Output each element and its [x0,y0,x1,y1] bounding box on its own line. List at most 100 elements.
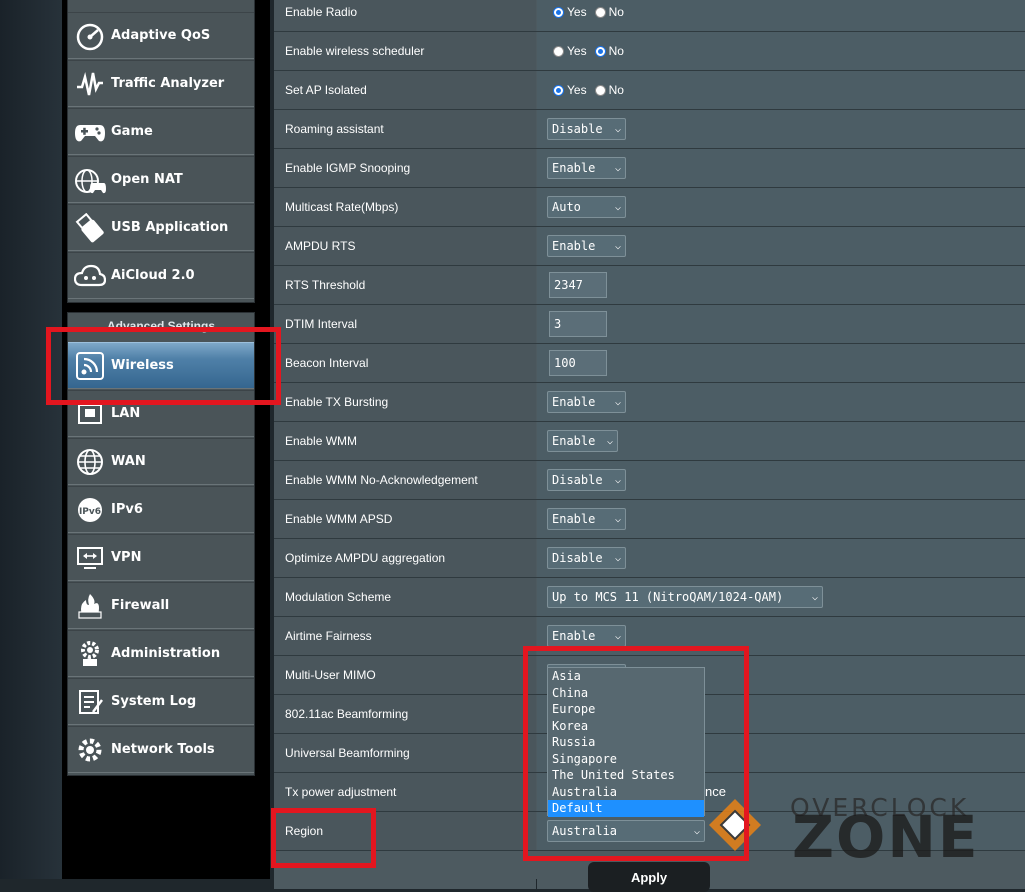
radio-button-selected[interactable] [553,84,564,96]
sidebar-item-wan[interactable]: WAN [68,438,254,485]
sidebar-item-game[interactable]: Game [68,108,254,155]
sidebar-item-label: Network Tools [111,742,215,757]
sidebar-item-usb-application[interactable]: USB Application [68,204,254,251]
radio-no[interactable]: No [594,83,624,97]
setting-value: Enable ⌵ [537,227,1025,265]
setting-value: Yes No [537,0,1025,31]
globe-icon [74,446,106,478]
setting-label: Enable WMM APSD [274,500,536,538]
chevron-down-icon: ⌵ [614,396,621,408]
rts-threshold-input[interactable]: 2347 [549,272,607,298]
setting-label: Enable Radio [274,0,536,31]
waveform-icon [74,68,106,100]
sidebar-item-label: Open NAT [111,172,183,187]
radio-button-selected[interactable] [553,6,564,18]
igmp-snooping-select[interactable]: Enable ⌵ [547,157,626,179]
wmm-noack-select[interactable]: Disable ⌵ [547,469,626,491]
sidebar-item-system-log[interactable]: System Log [68,678,254,725]
setting-label: 802.11ac Beamforming [274,695,536,733]
setting-label: Enable WMM No-Acknowledgement [274,461,536,499]
setting-value: Yes No [537,71,1025,109]
sidebar-item-network-tools[interactable]: Network Tools [68,726,254,773]
settings-row-roaming-assistant: Roaming assistant Disable ⌵ [274,110,1025,149]
setting-value: Enable ⌵ [537,149,1025,187]
settings-row-rts-threshold: RTS Threshold 2347 [274,266,1025,305]
radio-button-selected[interactable] [594,45,606,57]
sidebar-item-label: LAN [111,406,141,421]
apply-button[interactable]: Apply [588,862,710,892]
watermark-text-bottom: ZONE [792,803,980,871]
tx-bursting-select[interactable]: Enable ⌵ [547,391,626,413]
radio-yes[interactable]: Yes [553,44,587,58]
radio-no[interactable]: No [594,5,624,19]
sidebar-item-label: Adaptive QoS [111,28,211,43]
select-value: Enable [552,434,596,448]
setting-label: Enable WMM [274,422,536,460]
wmm-apsd-select[interactable]: Enable ⌵ [547,508,626,530]
select-value: Auto [552,200,581,214]
setting-label: DTIM Interval [274,305,536,343]
highlight-box-wireless [46,327,281,405]
sidebar-item-label: WAN [111,454,146,469]
sidebar-item-firewall[interactable]: Firewall [68,582,254,629]
setting-label: RTS Threshold [274,266,536,304]
vpn-icon [74,542,106,574]
radio-button[interactable] [594,6,606,18]
setting-label: Multicast Rate(Mbps) [274,188,536,226]
multicast-rate-select[interactable]: Auto ⌵ [547,196,626,218]
modulation-scheme-select[interactable]: Up to MCS 11 (NitroQAM/1024-QAM) ⌵ [547,586,823,608]
highlight-box-region-label [271,808,376,868]
setting-label: Universal Beamforming [274,734,536,772]
select-value: Enable [552,161,596,175]
airtime-fairness-select[interactable]: Enable ⌵ [547,625,626,647]
setting-value: Enable ⌵ [537,422,1025,460]
radio-no[interactable]: No [594,44,624,58]
settings-row-ap-isolated: Set AP Isolated Yes No [274,71,1025,110]
setting-label: Enable IGMP Snooping [274,149,536,187]
radio-label: No [608,5,624,19]
chevron-down-icon: ⌵ [614,552,621,564]
sidebar-item-adaptive-qos[interactable]: Adaptive QoS [68,12,254,59]
roaming-assistant-select[interactable]: Disable ⌵ [547,118,626,140]
dtim-interval-input[interactable]: 3 [549,311,607,337]
network-tools-icon [74,734,106,766]
setting-label: Multi-User MIMO [274,656,536,694]
sidebar-item-vpn[interactable]: VPN [68,534,254,581]
settings-row-enable-radio: Enable Radio Yes No [274,0,1025,32]
chevron-down-icon: ⌵ [811,591,818,603]
gauge-icon [74,20,106,52]
sidebar-item-traffic-analyzer[interactable]: Traffic Analyzer [68,60,254,107]
setting-value: Auto ⌵ [537,188,1025,226]
sidebar-item-label: IPv6 [111,502,143,517]
radio-yes[interactable]: Yes [553,83,587,97]
left-background [0,0,62,879]
setting-label: Tx power adjustment [274,773,536,811]
general-menu: Adaptive QoS Traffic Analyzer Game Open … [67,0,255,303]
sidebar-item-label: Game [111,124,153,139]
settings-row-dtim-interval: DTIM Interval 3 [274,305,1025,344]
ampdu-aggregation-select[interactable]: Disable ⌵ [547,547,626,569]
sidebar-item-open-nat[interactable]: Open NAT [68,156,254,203]
setting-label: AMPDU RTS [274,227,536,265]
select-value: Up to MCS 11 (NitroQAM/1024-QAM) [552,590,784,604]
settings-row-beacon-interval: Beacon Interval 100 [274,344,1025,383]
settings-row-wmm: Enable WMM Enable ⌵ [274,422,1025,461]
radio-yes[interactable]: Yes [553,5,587,19]
sidebar-item-aicloud[interactable]: AiCloud 2.0 [68,252,254,299]
sidebar-item-label: Firewall [111,598,170,613]
system-log-icon [74,686,106,718]
select-value: Enable [552,629,596,643]
radio-label: No [608,83,624,97]
setting-value: 100 [537,344,1025,382]
radio-button[interactable] [594,84,606,96]
settings-row-multicast-rate: Multicast Rate(Mbps) Auto ⌵ [274,188,1025,227]
settings-row-tx-bursting: Enable TX Bursting Enable ⌵ [274,383,1025,422]
sidebar-item-ipv6[interactable]: IPv6 IPv6 [68,486,254,533]
chevron-down-icon: ⌵ [614,474,621,486]
ampdu-rts-select[interactable]: Enable ⌵ [547,235,626,257]
radio-button[interactable] [553,45,564,57]
wmm-select[interactable]: Enable ⌵ [547,430,618,452]
beacon-interval-input[interactable]: 100 [549,350,607,376]
sidebar-item-administration[interactable]: Administration [68,630,254,677]
chevron-down-icon: ⌵ [614,513,621,525]
